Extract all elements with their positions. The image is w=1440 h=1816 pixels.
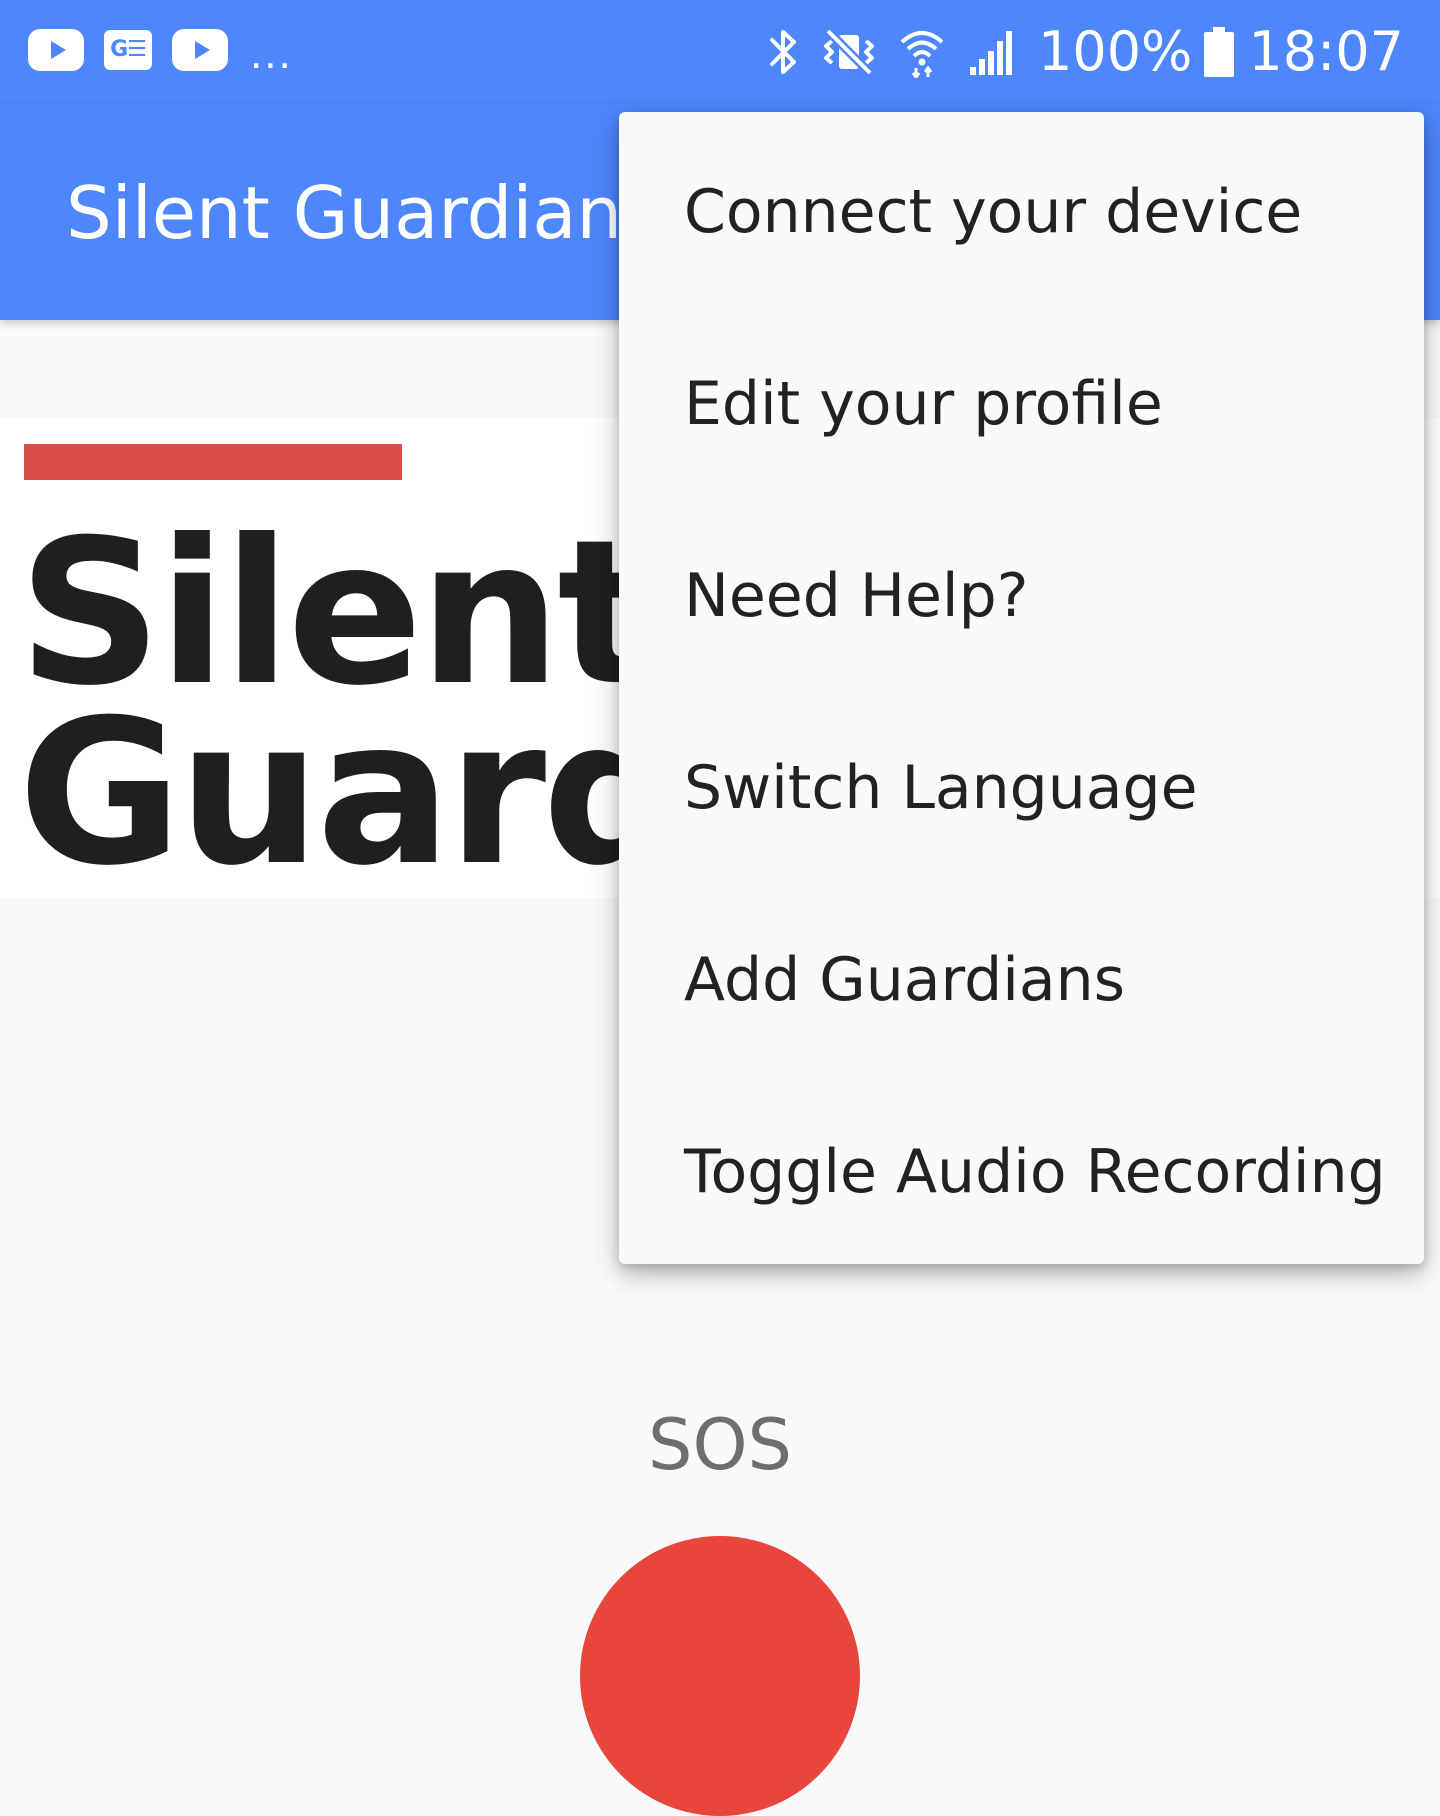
- vibrate-icon: [822, 27, 876, 77]
- notification-icons: G☰ ...: [28, 28, 293, 76]
- menu-item-switch-language[interactable]: Switch Language: [619, 692, 1424, 884]
- menu-item-connect-device[interactable]: Connect your device: [619, 116, 1424, 308]
- menu-item-edit-profile[interactable]: Edit your profile: [619, 308, 1424, 500]
- battery-percent: 100%: [1037, 20, 1193, 83]
- battery-icon: [1204, 27, 1235, 77]
- bluetooth-icon: [766, 27, 800, 77]
- overflow-menu: Connect your device Edit your profile Ne…: [619, 112, 1424, 1264]
- system-status-icons: 100% 18:07: [766, 18, 1404, 86]
- status-bar: G☰ ... 100% 18:07: [0, 0, 1440, 104]
- menu-item-need-help[interactable]: Need Help?: [619, 500, 1424, 692]
- youtube-icon: [28, 29, 84, 71]
- ge-icon: G☰: [104, 30, 152, 70]
- sos-button[interactable]: [580, 1536, 860, 1816]
- logo-accent-bar: [24, 444, 402, 480]
- menu-item-toggle-audio-recording[interactable]: Toggle Audio Recording: [619, 1076, 1424, 1268]
- app-title: Silent Guardian: [66, 171, 623, 255]
- signal-icon: [968, 29, 1016, 75]
- logo-text-line2: Guard: [18, 677, 685, 898]
- more-notifications-indicator: ...: [250, 29, 293, 78]
- youtube-icon: [172, 29, 228, 71]
- sos-label: SOS: [648, 1404, 792, 1486]
- wifi-icon: [898, 26, 946, 78]
- clock: 18:07: [1248, 20, 1404, 83]
- menu-item-add-guardians[interactable]: Add Guardians: [619, 884, 1424, 1076]
